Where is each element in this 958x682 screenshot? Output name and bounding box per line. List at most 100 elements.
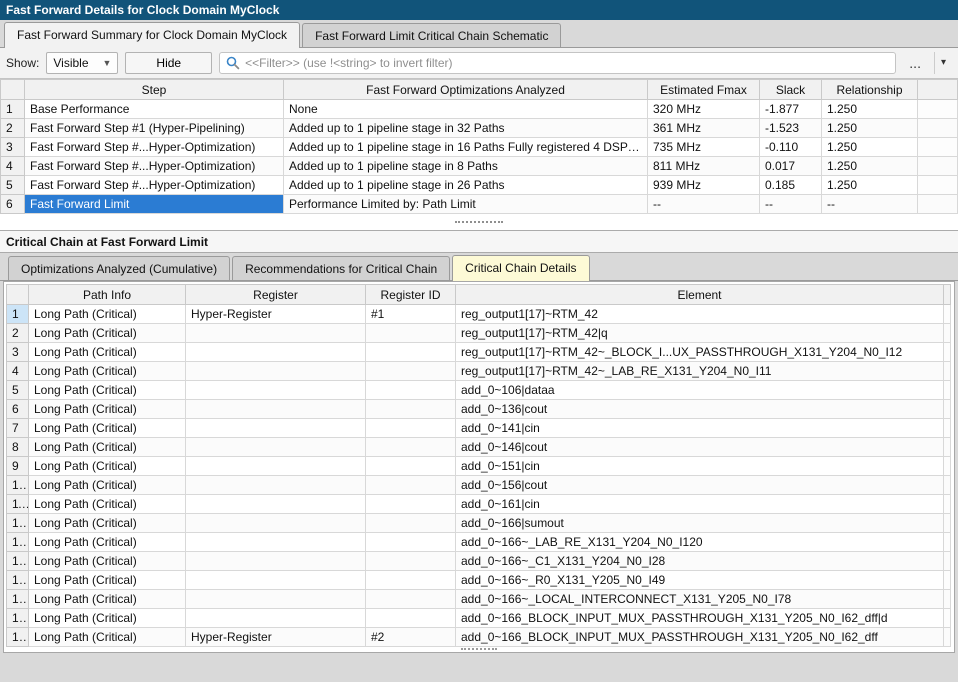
path-info-cell[interactable]: Long Path (Critical) bbox=[29, 438, 186, 457]
slack-cell[interactable]: 0.185 bbox=[760, 176, 822, 195]
path-info-cell[interactable]: Long Path (Critical) bbox=[29, 381, 186, 400]
register-cell[interactable] bbox=[186, 381, 366, 400]
element-cell[interactable]: add_0~166~_LOCAL_INTERCONNECT_X131_Y205_… bbox=[456, 590, 944, 609]
table-row[interactable]: 2Long Path (Critical)reg_output1[17]~RTM… bbox=[7, 324, 951, 343]
element-cell[interactable]: add_0~106|dataa bbox=[456, 381, 944, 400]
path-info-cell[interactable]: Long Path (Critical) bbox=[29, 495, 186, 514]
table-row[interactable]: 18Long Path (Critical)Hyper-Register#2ad… bbox=[7, 628, 951, 647]
optimizations-cell[interactable]: Added up to 1 pipeline stage in 32 Paths bbox=[284, 119, 648, 138]
col-header-slack[interactable]: Slack bbox=[760, 80, 822, 100]
col-header-path-info[interactable]: Path Info bbox=[29, 285, 186, 305]
tab-fast-forward-summary[interactable]: Fast Forward Summary for Clock Domain My… bbox=[4, 22, 300, 48]
element-cell[interactable]: reg_output1[17]~RTM_42|q bbox=[456, 324, 944, 343]
table-row[interactable]: 6Fast Forward LimitPerformance Limited b… bbox=[1, 195, 958, 214]
step-cell[interactable]: Fast Forward Step #1 (Hyper-Pipelining) bbox=[25, 119, 284, 138]
register-id-cell[interactable] bbox=[366, 476, 456, 495]
slack-cell[interactable]: -0.110 bbox=[760, 138, 822, 157]
element-cell[interactable]: add_0~146|cout bbox=[456, 438, 944, 457]
register-cell[interactable] bbox=[186, 495, 366, 514]
path-info-cell[interactable]: Long Path (Critical) bbox=[29, 400, 186, 419]
filter-input[interactable] bbox=[245, 56, 889, 70]
path-info-cell[interactable]: Long Path (Critical) bbox=[29, 324, 186, 343]
slack-cell[interactable]: -1.523 bbox=[760, 119, 822, 138]
register-id-cell[interactable] bbox=[366, 609, 456, 628]
register-cell[interactable] bbox=[186, 590, 366, 609]
register-cell[interactable] bbox=[186, 324, 366, 343]
element-cell[interactable]: add_0~166~_C1_X131_Y204_N0_I28 bbox=[456, 552, 944, 571]
register-id-cell[interactable] bbox=[366, 362, 456, 381]
register-cell[interactable] bbox=[186, 476, 366, 495]
table-row[interactable]: 15Long Path (Critical)add_0~166~_R0_X131… bbox=[7, 571, 951, 590]
register-id-cell[interactable] bbox=[366, 514, 456, 533]
col-header-relationship[interactable]: Relationship bbox=[822, 80, 918, 100]
path-info-cell[interactable]: Long Path (Critical) bbox=[29, 457, 186, 476]
path-info-cell[interactable]: Long Path (Critical) bbox=[29, 514, 186, 533]
optimizations-cell[interactable]: Added up to 1 pipeline stage in 16 Paths… bbox=[284, 138, 648, 157]
register-id-cell[interactable] bbox=[366, 552, 456, 571]
register-cell[interactable] bbox=[186, 609, 366, 628]
relationship-cell[interactable]: 1.250 bbox=[822, 100, 918, 119]
fmax-cell[interactable]: 811 MHz bbox=[648, 157, 760, 176]
register-cell[interactable] bbox=[186, 400, 366, 419]
relationship-cell[interactable]: 1.250 bbox=[822, 157, 918, 176]
table-row[interactable]: 4Long Path (Critical)reg_output1[17]~RTM… bbox=[7, 362, 951, 381]
filter-dropdown-button[interactable]: ▾ bbox=[934, 52, 952, 74]
path-info-cell[interactable]: Long Path (Critical) bbox=[29, 609, 186, 628]
path-info-cell[interactable]: Long Path (Critical) bbox=[29, 571, 186, 590]
path-info-cell[interactable]: Long Path (Critical) bbox=[29, 362, 186, 381]
register-id-cell[interactable] bbox=[366, 457, 456, 476]
col-header-element[interactable]: Element bbox=[456, 285, 944, 305]
element-cell[interactable]: add_0~166_BLOCK_INPUT_MUX_PASSTHROUGH_X1… bbox=[456, 628, 944, 647]
col-header-step[interactable]: Step bbox=[25, 80, 284, 100]
slack-cell[interactable]: -- bbox=[760, 195, 822, 214]
step-cell[interactable]: Fast Forward Limit bbox=[25, 195, 284, 214]
splitter-handle-icon[interactable] bbox=[461, 648, 497, 650]
register-id-cell[interactable] bbox=[366, 438, 456, 457]
table-row[interactable]: 6Long Path (Critical)add_0~136|cout bbox=[7, 400, 951, 419]
element-cell[interactable]: add_0~151|cin bbox=[456, 457, 944, 476]
element-cell[interactable]: add_0~156|cout bbox=[456, 476, 944, 495]
table-row[interactable]: 8Long Path (Critical)add_0~146|cout bbox=[7, 438, 951, 457]
register-cell[interactable] bbox=[186, 419, 366, 438]
tab-recommendations[interactable]: Recommendations for Critical Chain bbox=[232, 256, 450, 280]
tab-optimizations-analyzed[interactable]: Optimizations Analyzed (Cumulative) bbox=[8, 256, 230, 280]
table-row[interactable]: 3Fast Forward Step #...Hyper-Optimizatio… bbox=[1, 138, 958, 157]
register-id-cell[interactable] bbox=[366, 495, 456, 514]
relationship-cell[interactable]: -- bbox=[822, 195, 918, 214]
table-row[interactable]: 1Long Path (Critical)Hyper-Register#1reg… bbox=[7, 305, 951, 324]
register-id-cell[interactable]: #2 bbox=[366, 628, 456, 647]
relationship-cell[interactable]: 1.250 bbox=[822, 176, 918, 195]
slack-cell[interactable]: 0.017 bbox=[760, 157, 822, 176]
hide-button[interactable]: Hide bbox=[125, 52, 212, 74]
fmax-cell[interactable]: 320 MHz bbox=[648, 100, 760, 119]
register-id-cell[interactable] bbox=[366, 590, 456, 609]
path-info-cell[interactable]: Long Path (Critical) bbox=[29, 419, 186, 438]
table-row[interactable]: 2Fast Forward Step #1 (Hyper-Pipelining)… bbox=[1, 119, 958, 138]
register-id-cell[interactable] bbox=[366, 381, 456, 400]
optimizations-cell[interactable]: Performance Limited by: Path Limit bbox=[284, 195, 648, 214]
fmax-cell[interactable]: -- bbox=[648, 195, 760, 214]
fmax-cell[interactable]: 735 MHz bbox=[648, 138, 760, 157]
register-cell[interactable] bbox=[186, 343, 366, 362]
path-info-cell[interactable]: Long Path (Critical) bbox=[29, 476, 186, 495]
register-cell[interactable] bbox=[186, 552, 366, 571]
element-cell[interactable]: add_0~161|cin bbox=[456, 495, 944, 514]
element-cell[interactable]: add_0~166_BLOCK_INPUT_MUX_PASSTHROUGH_X1… bbox=[456, 609, 944, 628]
step-cell[interactable]: Fast Forward Step #...Hyper-Optimization… bbox=[25, 157, 284, 176]
path-info-cell[interactable]: Long Path (Critical) bbox=[29, 305, 186, 324]
register-cell[interactable] bbox=[186, 457, 366, 476]
table-row[interactable]: 16Long Path (Critical)add_0~166~_LOCAL_I… bbox=[7, 590, 951, 609]
table-row[interactable]: 7Long Path (Critical)add_0~141|cin bbox=[7, 419, 951, 438]
register-cell[interactable] bbox=[186, 571, 366, 590]
register-id-cell[interactable] bbox=[366, 343, 456, 362]
register-id-cell[interactable] bbox=[366, 533, 456, 552]
tab-critical-chain-details[interactable]: Critical Chain Details bbox=[452, 255, 589, 281]
col-header-optimizations[interactable]: Fast Forward Optimizations Analyzed bbox=[284, 80, 648, 100]
optimizations-cell[interactable]: Added up to 1 pipeline stage in 8 Paths bbox=[284, 157, 648, 176]
fmax-cell[interactable]: 361 MHz bbox=[648, 119, 760, 138]
register-cell[interactable]: Hyper-Register bbox=[186, 628, 366, 647]
table-row[interactable]: 5Long Path (Critical)add_0~106|dataa bbox=[7, 381, 951, 400]
register-id-cell[interactable] bbox=[366, 400, 456, 419]
register-cell[interactable]: Hyper-Register bbox=[186, 305, 366, 324]
table-row[interactable]: 17Long Path (Critical)add_0~166_BLOCK_IN… bbox=[7, 609, 951, 628]
